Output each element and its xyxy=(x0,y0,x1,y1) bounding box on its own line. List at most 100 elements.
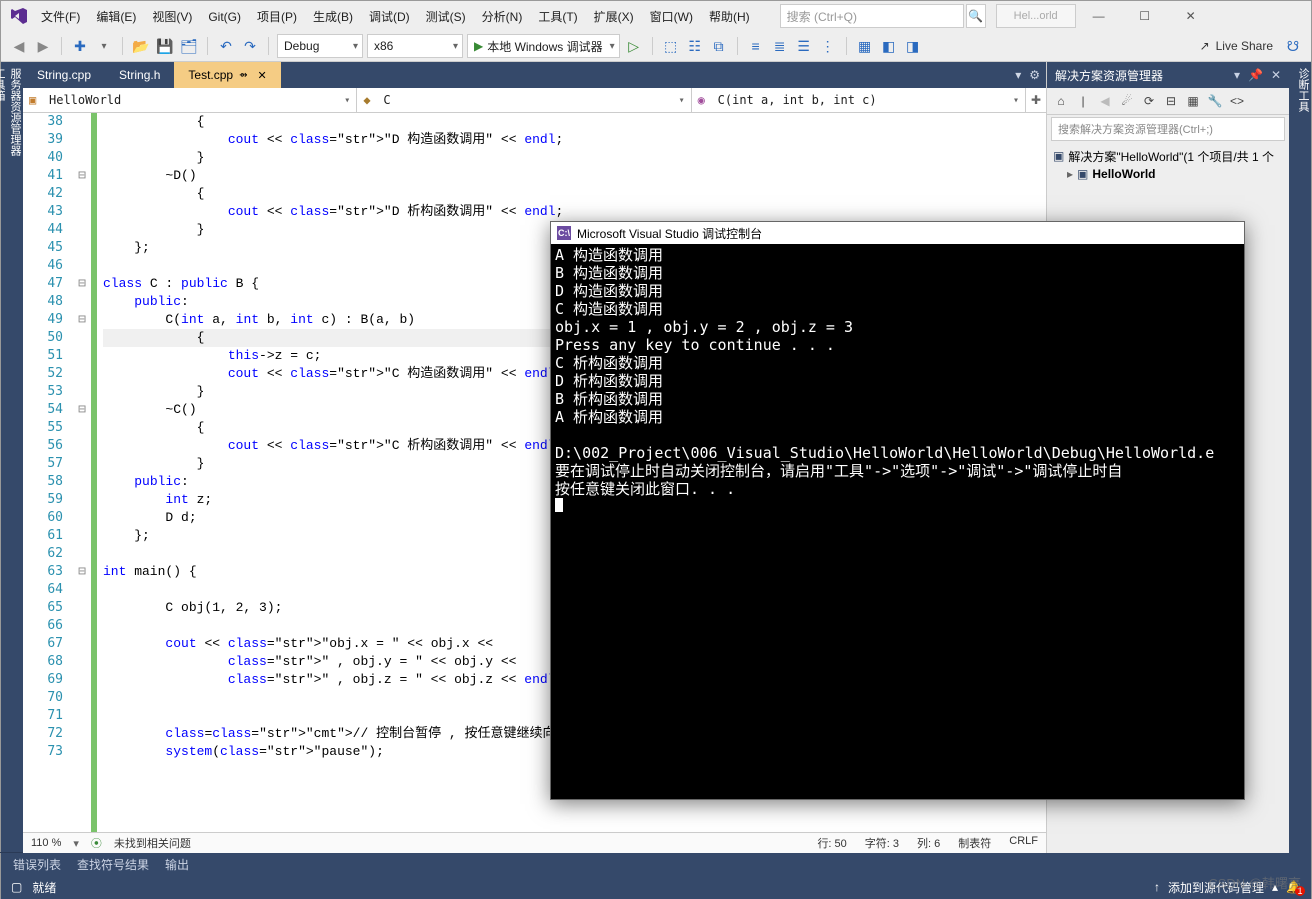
tab-error-list[interactable]: 错误列表 xyxy=(13,856,61,873)
new-file-icon[interactable]: ✚ xyxy=(70,36,90,56)
menu-item[interactable]: 生成(B) xyxy=(305,6,361,28)
nav-split-icon[interactable]: ✚ xyxy=(1026,88,1046,112)
sol-showall-icon[interactable]: ▦ xyxy=(1185,94,1201,108)
editor-tabs: String.cppString.hTest.cpp⇴✕ ▾ ⚙ xyxy=(23,62,1046,88)
forward-icon[interactable]: ▶ xyxy=(33,36,53,56)
menu-item[interactable]: 分析(N) xyxy=(474,6,531,28)
sol-back-icon[interactable]: ◀ xyxy=(1097,94,1113,108)
search-icon[interactable]: 🔍 xyxy=(966,4,986,28)
console-output: A 构造函数调用 B 构造函数调用 D 构造函数调用 C 构造函数调用 obj.… xyxy=(551,244,1244,518)
menu-item[interactable]: 工具(T) xyxy=(530,6,585,28)
nav-func[interactable]: ◉C(int a, int b, int c) xyxy=(692,88,1026,112)
tab-find-symbols[interactable]: 查找符号结果 xyxy=(77,856,149,873)
tb-icon-d[interactable]: ≡ xyxy=(746,36,766,56)
sol-sync-icon[interactable]: ☄ xyxy=(1119,94,1135,108)
maximize-button[interactable]: ☐ xyxy=(1122,1,1168,31)
debug-console-window[interactable]: C:\ Microsoft Visual Studio 调试控制台 A 构造函数… xyxy=(550,221,1245,800)
class-icon: ◆ xyxy=(363,93,377,107)
nav-scope[interactable]: ▣HelloWorld xyxy=(23,88,357,112)
sol-props-icon[interactable]: 🔧 xyxy=(1207,94,1223,108)
undo-icon[interactable]: ↶ xyxy=(216,36,236,56)
editor-tab[interactable]: Test.cpp⇴✕ xyxy=(174,62,280,88)
solution-name-chip: Hel...orld xyxy=(996,4,1076,28)
platform-select[interactable]: x86 xyxy=(367,34,463,58)
status-ready: 就绪 xyxy=(32,879,56,896)
caret-col: 列: 6 xyxy=(917,835,940,851)
editor-status-strip: 110 %▾ ⦿ 未找到相关问题 行: 50 字符: 3 列: 6 制表符 CR… xyxy=(23,832,1046,853)
tab-output[interactable]: 输出 xyxy=(165,856,189,873)
tb-icon-b[interactable]: ☷ xyxy=(685,36,705,56)
watermark: CSDN @韩曙亮 xyxy=(1208,873,1301,892)
solution-project[interactable]: ▸▣HelloWorld xyxy=(1053,165,1283,183)
new-file-drop-icon[interactable]: ▾ xyxy=(94,36,114,56)
config-select[interactable]: Debug xyxy=(277,34,363,58)
start-nodebug-icon[interactable]: ▷ xyxy=(624,36,644,56)
minimize-button[interactable]: — xyxy=(1076,1,1122,31)
editor-tab[interactable]: String.h xyxy=(105,62,174,88)
tb-icon-j[interactable]: ◨ xyxy=(903,36,923,56)
save-icon[interactable]: 💾 xyxy=(155,36,175,56)
solution-toolbar: ⌂| ◀ ☄ ⟳ ⊟ ▦ 🔧 <> xyxy=(1047,88,1289,115)
tb-icon-f[interactable]: ☰ xyxy=(794,36,814,56)
menu-item[interactable]: 扩展(X) xyxy=(586,6,642,28)
close-button[interactable]: ✕ xyxy=(1168,1,1214,31)
eol-mode: CRLF xyxy=(1009,835,1038,851)
nav-class[interactable]: ◆C xyxy=(357,88,691,112)
open-icon[interactable]: 📂 xyxy=(131,36,151,56)
save-all-icon[interactable]: 🗂 xyxy=(179,36,199,56)
menubar: 文件(F)编辑(E)视图(V)Git(G)项目(P)生成(B)调试(D)测试(S… xyxy=(1,1,1311,31)
console-titlebar[interactable]: C:\ Microsoft Visual Studio 调试控制台 xyxy=(551,222,1244,244)
nav-bar: ▣HelloWorld ◆C ◉C(int a, int b, int c) ✚ xyxy=(23,88,1046,113)
solution-icon: ▣ xyxy=(1053,149,1064,163)
search-input[interactable]: 搜索 (Ctrl+Q) xyxy=(780,4,964,28)
caret-line: 行: 50 xyxy=(817,835,846,851)
tab-settings-icon[interactable]: ⚙ xyxy=(1029,68,1040,82)
toolbar: ◀ ▶ ✚ ▾ 📂 💾 🗂 ↶ ↷ Debug x86 ▶本地 Windows … xyxy=(1,31,1311,62)
side-server-explorer[interactable]: 服务器资源管理器 xyxy=(7,62,23,853)
status-rect-icon: ▢ xyxy=(11,880,22,894)
solution-search[interactable]: 搜索解决方案资源管理器(Ctrl+;) xyxy=(1051,117,1285,141)
side-toolbox[interactable]: 工具箱 xyxy=(0,62,7,853)
right-side-tab[interactable]: 诊断工具 xyxy=(1289,62,1311,853)
tb-icon-g[interactable]: ⋮ xyxy=(818,36,838,56)
tab-overflow-icon[interactable]: ▾ xyxy=(1015,68,1021,82)
project-icon: ▣ xyxy=(29,93,43,107)
console-icon: C:\ xyxy=(557,226,571,240)
solution-root[interactable]: ▣解决方案"HelloWorld"(1 个项目/共 1 个 xyxy=(1053,147,1283,165)
editor-tab[interactable]: String.cpp xyxy=(23,62,105,88)
feedback-icon[interactable]: ☋ xyxy=(1283,36,1303,56)
menu-item[interactable]: 文件(F) xyxy=(33,6,88,28)
menu-item[interactable]: 视图(V) xyxy=(144,6,200,28)
tb-icon-h[interactable]: ▦ xyxy=(855,36,875,56)
bottom-tool-tabs: 错误列表 查找符号结果 输出 xyxy=(1,853,1311,875)
menu-item[interactable]: 帮助(H) xyxy=(701,6,758,28)
live-share-button[interactable]: ↗Live Share xyxy=(1194,39,1279,53)
live-share-icon: ↗ xyxy=(1200,39,1210,53)
zoom-level[interactable]: 110 % xyxy=(31,837,61,849)
sol-preview-icon[interactable]: <> xyxy=(1229,94,1245,108)
panel-dropdown-icon[interactable]: ▾ xyxy=(1234,68,1240,82)
play-icon: ▶ xyxy=(474,39,483,53)
start-debug-button[interactable]: ▶本地 Windows 调试器 xyxy=(467,34,620,58)
menu-item[interactable]: Git(G) xyxy=(200,6,249,28)
vs-logo-icon xyxy=(9,5,31,27)
menu-item[interactable]: 项目(P) xyxy=(249,6,305,28)
panel-pin-icon[interactable]: 📌 xyxy=(1248,68,1263,82)
redo-icon[interactable]: ↷ xyxy=(240,36,260,56)
left-side-tabs: 服务器资源管理器 工具箱 xyxy=(1,62,23,853)
menu-item[interactable]: 测试(S) xyxy=(418,6,474,28)
tb-icon-i[interactable]: ◧ xyxy=(879,36,899,56)
tb-icon-c[interactable]: ⧉ xyxy=(709,36,729,56)
menu-item[interactable]: 窗口(W) xyxy=(642,6,701,28)
panel-close-icon[interactable]: ✕ xyxy=(1271,68,1281,82)
indent-mode: 制表符 xyxy=(958,835,991,851)
back-icon[interactable]: ◀ xyxy=(9,36,29,56)
issues-label: 未找到相关问题 xyxy=(114,835,191,851)
tb-icon-a[interactable]: ⬚ xyxy=(661,36,681,56)
sol-home-icon[interactable]: ⌂ xyxy=(1053,94,1069,108)
tb-icon-e[interactable]: ≣ xyxy=(770,36,790,56)
menu-item[interactable]: 调试(D) xyxy=(361,6,418,28)
sol-refresh-icon[interactable]: ⟳ xyxy=(1141,94,1157,108)
menu-item[interactable]: 编辑(E) xyxy=(88,6,144,28)
sol-collapse-icon[interactable]: ⊟ xyxy=(1163,94,1179,108)
